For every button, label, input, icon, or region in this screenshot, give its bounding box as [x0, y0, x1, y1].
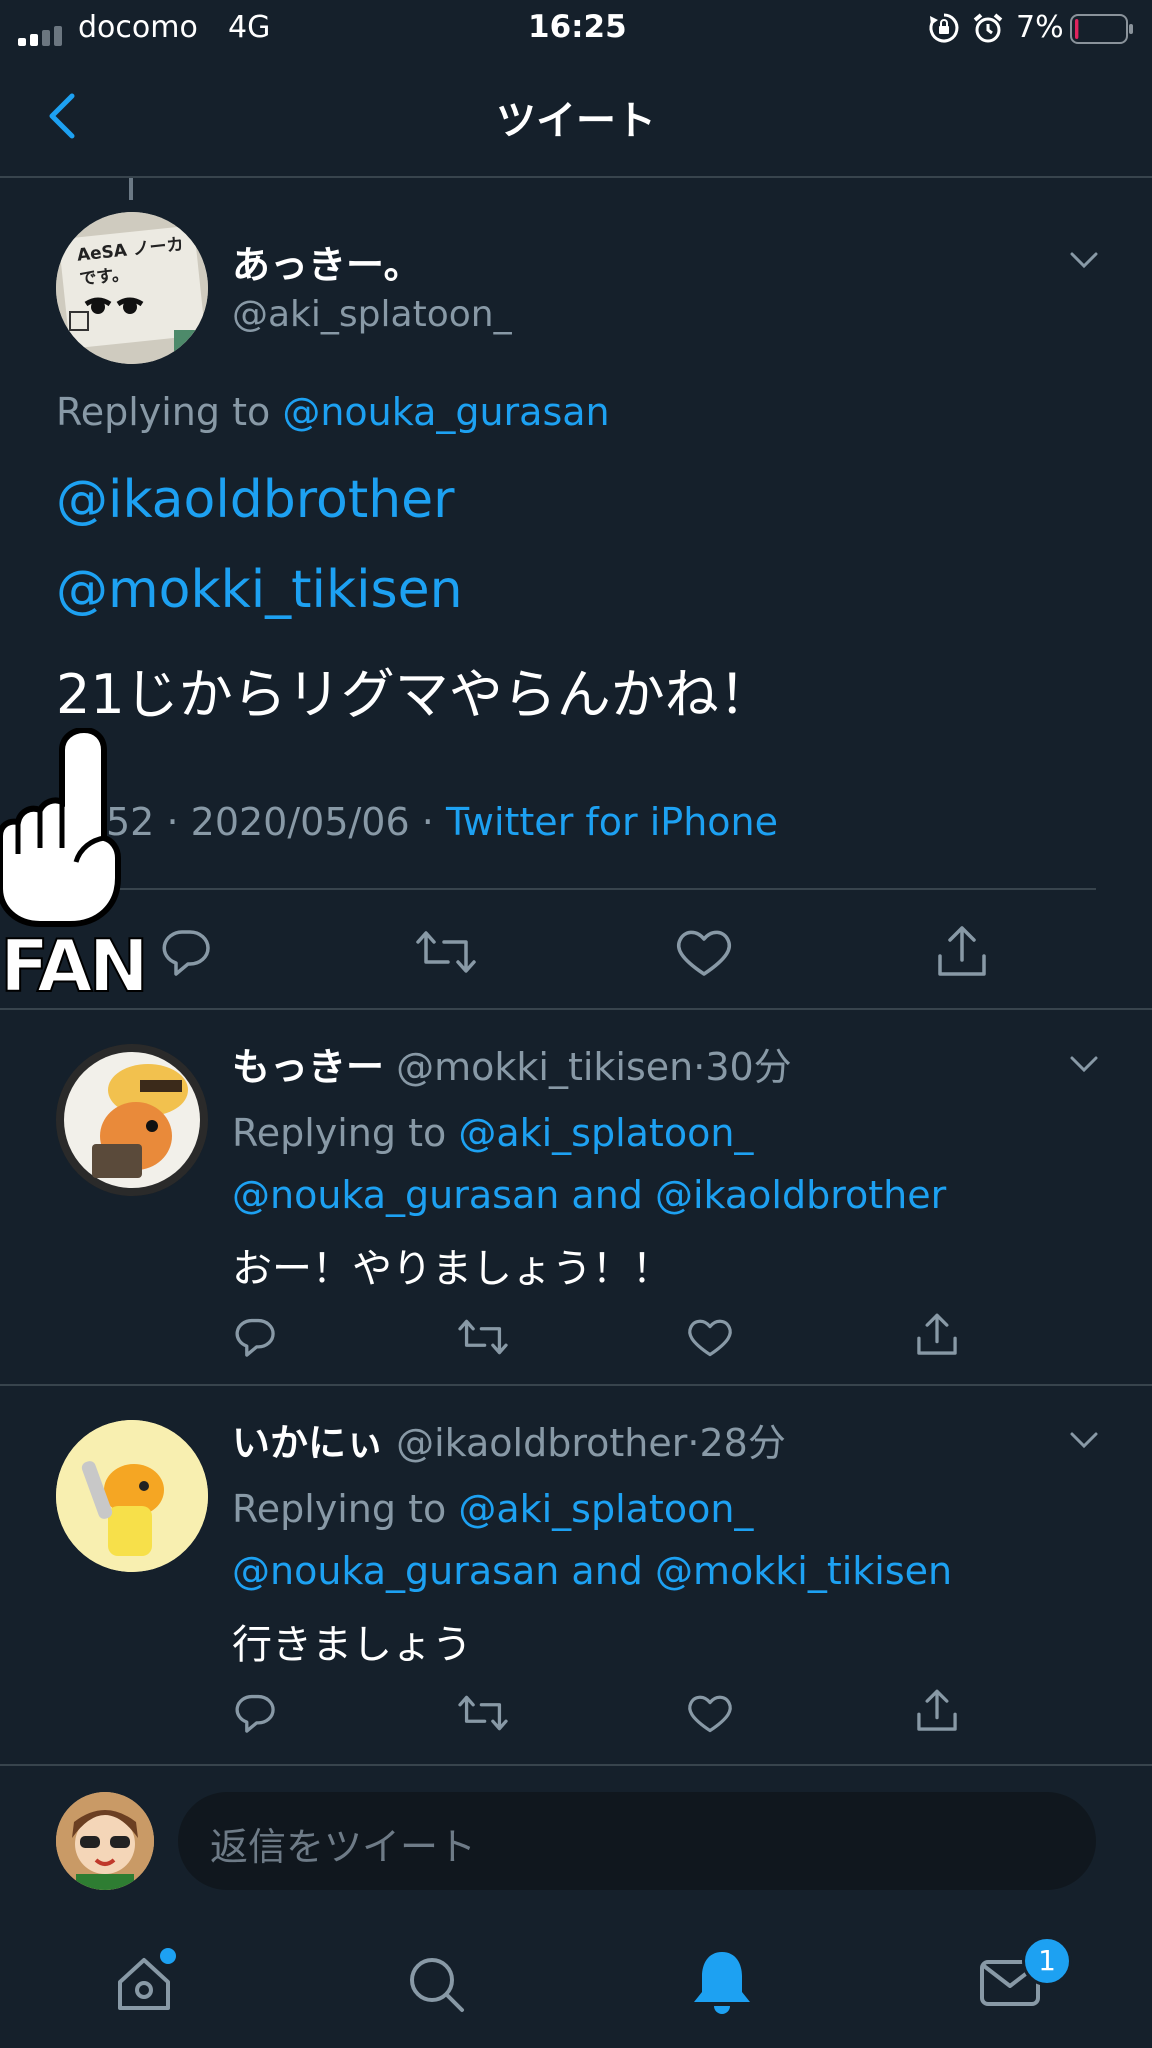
- like-button[interactable]: [686, 1314, 734, 1360]
- handle[interactable]: @mokki_tikisen: [396, 1045, 693, 1089]
- retweet-icon: [458, 1319, 508, 1355]
- display-name[interactable]: もっきー: [232, 1045, 384, 1089]
- battery-percent: 7%: [1016, 10, 1064, 45]
- carrier-label: docomo: [78, 10, 198, 45]
- alarm-icon: [972, 12, 1004, 44]
- replying-to-label: Replying to: [56, 390, 283, 434]
- messages-badge: 1: [1022, 1936, 1072, 1986]
- replying-to-link[interactable]: @nouka_gurasan: [232, 1549, 559, 1593]
- share-button[interactable]: [914, 1310, 960, 1360]
- reply-header: もっきー @mokki_tikisen·30分: [232, 1036, 792, 1091]
- section-divider: [0, 1764, 1152, 1766]
- signal-icon: [18, 26, 74, 46]
- thread-connector: [129, 178, 133, 200]
- tweet-divider: [56, 888, 1096, 890]
- replying-to-link[interactable]: @aki_splatoon_: [458, 1111, 753, 1155]
- display-name[interactable]: あっきー。: [232, 234, 422, 289]
- share-icon: [917, 1313, 957, 1355]
- like-button[interactable]: [674, 924, 734, 980]
- chevron-down-icon[interactable]: [1064, 1420, 1104, 1460]
- retweet-icon: [458, 1695, 508, 1731]
- messages-badge-count: 1: [1038, 1944, 1056, 1977]
- mention-link[interactable]: @ikaoldbrother: [56, 470, 455, 530]
- avatar[interactable]: AeSA ノーカです。: [56, 212, 208, 364]
- reply-body: 行きましょう: [232, 1622, 472, 1668]
- retweet-button[interactable]: [414, 924, 478, 980]
- share-button[interactable]: [914, 1686, 960, 1736]
- clock: 16:25: [528, 9, 627, 45]
- tweet-source-link[interactable]: Twitter for iPhone: [446, 800, 778, 844]
- like-button[interactable]: [686, 1690, 734, 1736]
- status-bar: docomo 4G 16:25 7%: [0, 0, 1152, 60]
- reply-button[interactable]: [158, 924, 214, 980]
- reply-icon: [235, 1318, 275, 1357]
- reply-body: おー！やりましょう！！: [232, 1246, 672, 1292]
- share-button[interactable]: [934, 922, 990, 982]
- orientation-lock-icon: [928, 12, 960, 44]
- heart-icon: [688, 1319, 732, 1357]
- tweet-date: 2020/05/06: [190, 800, 410, 844]
- reply-button[interactable]: [232, 1314, 278, 1360]
- pointing-hand-icon: [0, 728, 121, 927]
- retweet-icon: [416, 931, 476, 973]
- replying-to-label: Replying to: [232, 1111, 459, 1155]
- chevron-down-icon[interactable]: [1064, 1044, 1104, 1084]
- tab-home[interactable]: [112, 1948, 176, 2016]
- retweet-button[interactable]: [456, 1690, 510, 1736]
- reply-button[interactable]: [232, 1690, 278, 1736]
- avatar[interactable]: [56, 1420, 208, 1572]
- section-divider: [0, 1384, 1152, 1386]
- replying-to: Replying to @nouka_gurasan: [56, 390, 610, 434]
- reply-icon: [162, 930, 210, 976]
- reply-composer-input[interactable]: 返信をツイート: [178, 1792, 1096, 1890]
- meta-separator: ·: [166, 800, 179, 844]
- mention-link[interactable]: @mokki_tikisen: [56, 560, 463, 620]
- heart-icon: [688, 1695, 732, 1733]
- chevron-down-icon[interactable]: [1064, 240, 1104, 280]
- header-divider: [0, 176, 1152, 178]
- avatar: [56, 1792, 154, 1890]
- replying-to-link[interactable]: @mokki_tikisen: [655, 1549, 952, 1593]
- retweet-button[interactable]: [456, 1314, 510, 1360]
- page-title: ツイート: [496, 98, 656, 144]
- fan-hand-sticker: [0, 728, 124, 928]
- tweet-meta: 52 · 2020/05/06 · Twitter for iPhone: [106, 800, 778, 844]
- handle[interactable]: @aki_splatoon_: [232, 294, 512, 335]
- network-label: 4G: [228, 10, 271, 45]
- replying-to-link[interactable]: @nouka_gurasan: [282, 390, 609, 434]
- avatar[interactable]: [56, 1044, 208, 1196]
- reply-composer-placeholder: 返信をツイート: [210, 1825, 477, 1869]
- fan-label: FAN: [0, 923, 150, 1009]
- battery-icon: [1070, 14, 1134, 44]
- share-icon: [917, 1689, 957, 1731]
- reply-icon: [235, 1694, 275, 1733]
- display-name[interactable]: いかにぃ: [232, 1421, 384, 1465]
- section-divider: [0, 1008, 1152, 1010]
- tab-notifications[interactable]: [690, 1948, 754, 2016]
- meta-separator: ·: [687, 1421, 700, 1465]
- replying-to-link[interactable]: @nouka_gurasan: [232, 1173, 559, 1217]
- tab-search[interactable]: [404, 1952, 468, 2016]
- replying-to-link[interactable]: @aki_splatoon_: [458, 1487, 753, 1531]
- tweet-body: 21じからリグマやらんかね！: [56, 663, 773, 726]
- reply-age: 28分: [699, 1421, 786, 1465]
- share-icon: [938, 926, 986, 976]
- reply-age: 30分: [705, 1045, 792, 1089]
- reply-header: いかにぃ @ikaoldbrother·28分: [232, 1412, 786, 1467]
- home-notification-dot: [160, 1948, 176, 1964]
- heart-icon: [676, 930, 732, 976]
- search-icon: [410, 1958, 464, 2012]
- replying-to-link[interactable]: @ikaoldbrother: [655, 1173, 946, 1217]
- replying-to: Replying to @aki_splatoon_ @nouka_gurasa…: [232, 1478, 952, 1602]
- replying-and: and: [559, 1549, 655, 1593]
- replying-to-label: Replying to: [232, 1487, 459, 1531]
- meta-separator: ·: [693, 1045, 706, 1089]
- meta-separator: ·: [421, 800, 434, 844]
- replying-and: and: [559, 1173, 655, 1217]
- notifications-icon: [694, 1952, 750, 2014]
- replying-to: Replying to @aki_splatoon_ @nouka_gurasa…: [232, 1102, 946, 1226]
- handle[interactable]: @ikaoldbrother: [396, 1421, 687, 1465]
